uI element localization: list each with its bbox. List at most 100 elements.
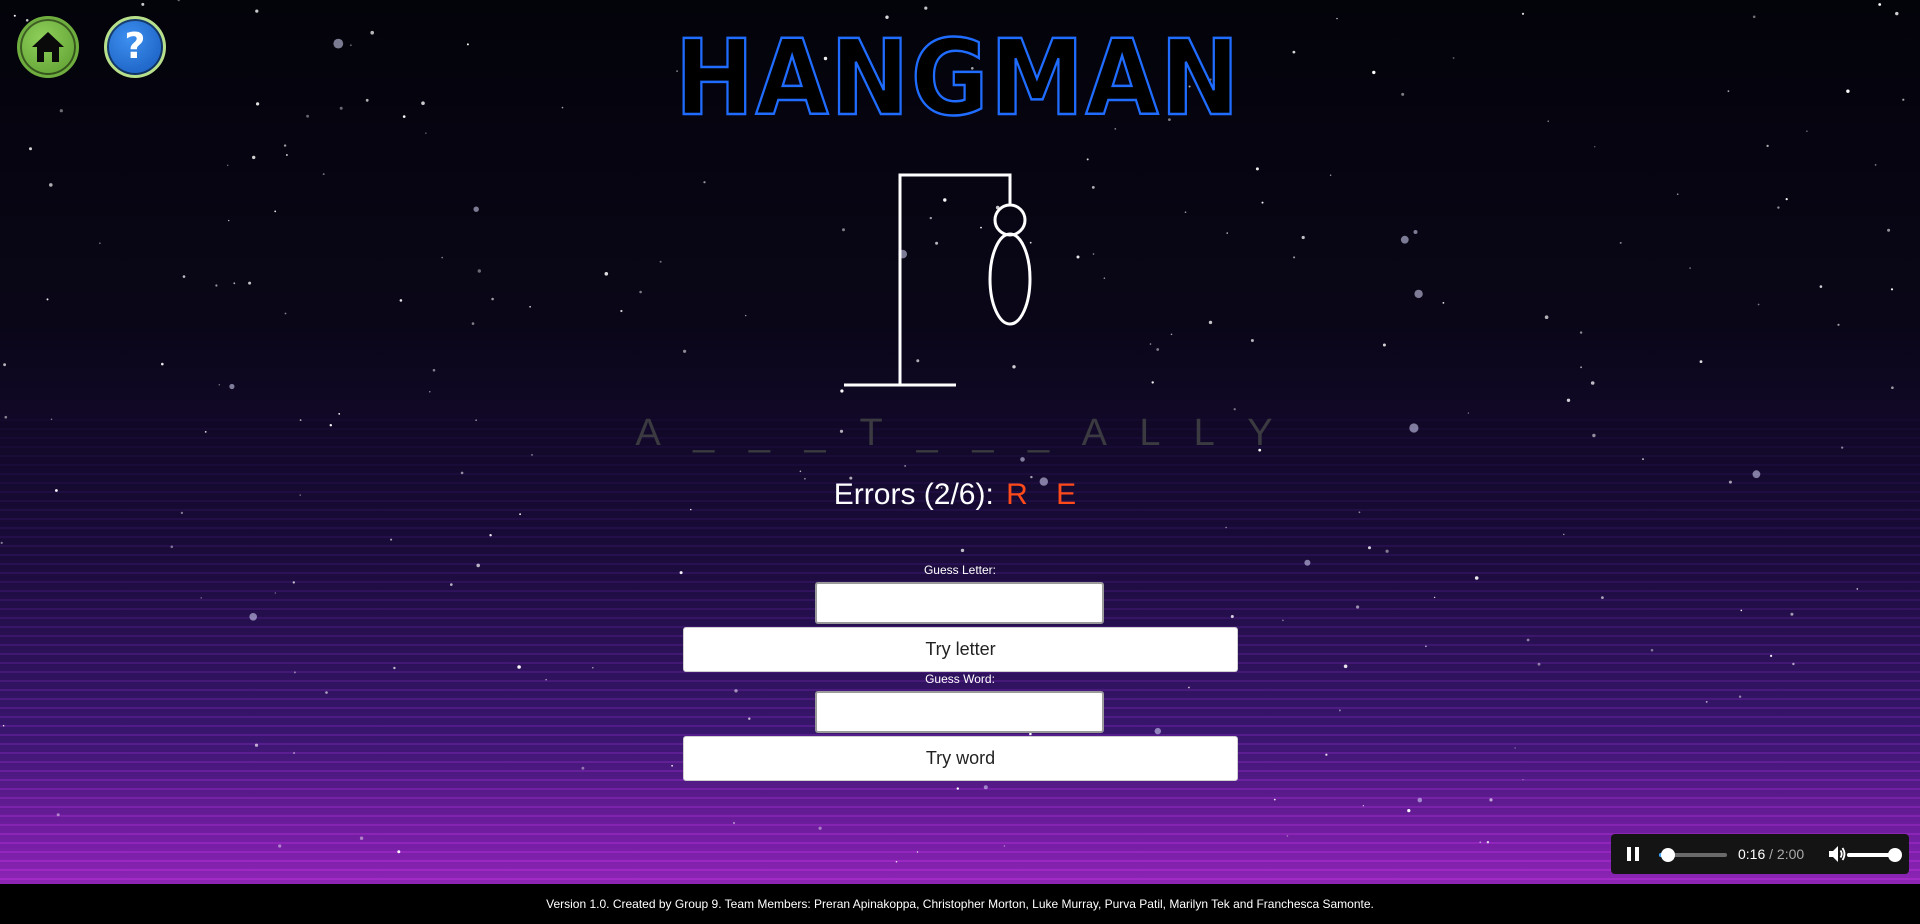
star — [99, 242, 101, 244]
star — [956, 787, 959, 790]
star — [1282, 619, 1284, 622]
star — [274, 592, 276, 594]
star — [1887, 228, 1891, 232]
star — [1286, 835, 1289, 837]
star — [581, 766, 585, 770]
star — [620, 309, 623, 313]
star — [402, 115, 406, 118]
star — [284, 312, 287, 315]
pause-icon[interactable] — [1627, 847, 1639, 861]
star — [1230, 615, 1234, 618]
star — [1544, 315, 1549, 320]
star — [218, 384, 220, 386]
volume-slider[interactable] — [1847, 848, 1902, 862]
volume-icon[interactable] — [1827, 845, 1847, 863]
star — [441, 256, 444, 259]
star — [1401, 92, 1405, 96]
star — [1566, 398, 1571, 402]
star — [1792, 662, 1795, 666]
star — [393, 666, 396, 670]
star — [399, 299, 403, 302]
star — [292, 581, 295, 584]
guess-letter-input[interactable] — [815, 582, 1104, 624]
star — [916, 851, 919, 853]
seek-bar[interactable] — [1659, 848, 1727, 862]
star — [489, 534, 492, 537]
star — [1752, 15, 1756, 19]
star — [283, 144, 287, 147]
star — [1526, 638, 1530, 642]
star — [639, 290, 642, 294]
star — [1225, 526, 1227, 529]
hangman-body — [988, 232, 1032, 326]
star — [1301, 235, 1305, 240]
star — [432, 368, 436, 372]
star — [350, 44, 352, 46]
star — [370, 30, 375, 35]
star — [1433, 596, 1436, 599]
star — [1486, 841, 1490, 844]
star — [1407, 809, 1411, 813]
star — [1689, 267, 1691, 269]
star — [1292, 50, 1296, 54]
star — [255, 9, 259, 13]
star — [1676, 193, 1679, 195]
star — [1338, 709, 1341, 712]
star — [471, 322, 475, 325]
star — [0, 541, 3, 545]
svg-text:HANGMAN: HANGMAN — [675, 30, 1241, 124]
star — [59, 109, 63, 113]
star — [1777, 206, 1780, 209]
star — [466, 43, 469, 46]
star — [1738, 695, 1742, 698]
star — [421, 101, 425, 105]
star — [592, 666, 594, 669]
star — [1154, 727, 1162, 735]
guess-word-input[interactable] — [815, 691, 1104, 733]
star — [177, 0, 180, 2]
star — [1601, 596, 1604, 599]
star — [1740, 609, 1743, 612]
star — [286, 154, 288, 156]
star — [659, 260, 662, 263]
star — [1414, 289, 1423, 299]
current-time: 0:16 — [1738, 846, 1766, 862]
time-separator: / — [1765, 846, 1777, 862]
star — [491, 297, 494, 301]
star — [1766, 144, 1769, 148]
star — [1837, 323, 1840, 326]
star — [1356, 605, 1360, 609]
star — [1020, 457, 1025, 462]
duration: 2:00 — [1776, 846, 1805, 862]
star — [249, 613, 257, 621]
star — [1790, 612, 1794, 616]
star — [1895, 11, 1899, 16]
star — [885, 15, 889, 19]
star — [1003, 845, 1006, 847]
star — [1293, 256, 1296, 259]
star — [1770, 654, 1773, 658]
star — [1400, 235, 1409, 244]
try-letter-button[interactable]: Try letter — [683, 627, 1238, 672]
help-button[interactable]: ? — [104, 16, 166, 78]
star — [1590, 381, 1595, 385]
seek-handle[interactable] — [1661, 848, 1676, 862]
try-word-button[interactable]: Try word — [683, 736, 1238, 781]
star — [1705, 701, 1708, 703]
star — [1563, 533, 1565, 536]
star — [1188, 686, 1190, 689]
volume-handle[interactable] — [1888, 848, 1902, 862]
star — [429, 391, 431, 393]
star — [1255, 167, 1259, 171]
star — [460, 471, 464, 475]
star — [1382, 343, 1386, 347]
star — [170, 545, 174, 549]
star — [473, 206, 479, 212]
star — [390, 538, 393, 541]
star — [1103, 277, 1106, 280]
star — [1757, 303, 1760, 306]
home-button[interactable] — [17, 16, 79, 78]
star — [200, 597, 202, 599]
star — [2, 724, 5, 727]
star — [248, 281, 252, 285]
